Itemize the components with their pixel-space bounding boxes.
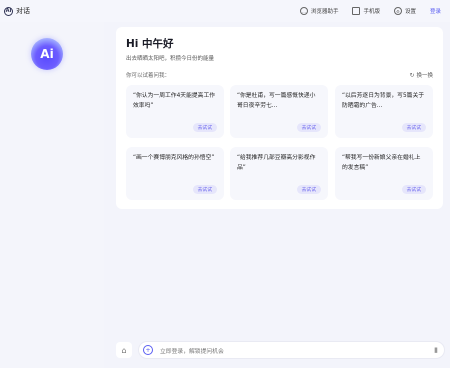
browser-assistant-label: 浏览器助手 — [310, 9, 339, 15]
sidebar: Ai — [0, 22, 104, 368]
greeting-title: Hi 中午好 — [126, 38, 174, 50]
prompt-card[interactable]: “你是杜甫，写一篇感慨快递小哥日夜辛劳七... 去试试 — [230, 85, 328, 138]
ai-avatar: Ai — [31, 38, 63, 70]
chat-bubble-icon: … — [299, 7, 308, 15]
welcome-panel: Hi 中午好 出去晒晒太阳吧，积攒今日份的能量 你可以试着问我： ↻ 换一换 “… — [116, 27, 443, 209]
prompt-card[interactable]: “画一个赛博朋克风格的孙悟空” 去试试 — [126, 147, 224, 200]
greeting-subtitle: 出去晒晒太阳吧，积攒今日份的能量 — [126, 56, 215, 62]
main-area: Hi 中午好 出去晒晒太阳吧，积攒今日份的能量 你可以试着问我： ↻ 换一换 “… — [104, 22, 450, 368]
phone-icon — [352, 7, 361, 15]
chat-input[interactable]: + 立即登录，解锁提问机会 ▮ — [138, 341, 445, 359]
suggestions-label: 你可以试着问我： — [126, 73, 171, 79]
prompt-card[interactable]: “给我推荐几部豆瓣高分影视作品” 去试试 — [230, 147, 328, 200]
prompt-text: “给我推荐几部豆瓣高分影视作品” — [237, 155, 316, 171]
prompt-card[interactable]: “以后芳逐日为背景，写5篇关于防晒霜的广告... 去试试 — [335, 85, 433, 138]
try-button[interactable]: 去试试 — [192, 123, 217, 132]
store-icon: ⌂ — [121, 345, 127, 355]
login-link[interactable]: 登录 — [430, 7, 441, 15]
top-actions: … 浏览器助手 手机版 ⚙ 设置 登录 — [286, 0, 441, 22]
settings-label: 设置 — [404, 9, 416, 15]
try-button[interactable]: 去试试 — [401, 123, 426, 132]
try-button[interactable]: 去试试 — [192, 185, 217, 194]
mobile-label: 手机版 — [363, 9, 380, 15]
settings-button[interactable]: ⚙ 设置 — [393, 7, 416, 15]
ai-logo-icon: AI — [4, 6, 13, 16]
gear-icon: ⚙ — [393, 7, 402, 15]
try-button[interactable]: 去试试 — [296, 123, 321, 132]
prompt-text: “画一个赛博朋克风格的孙悟空” — [133, 155, 215, 161]
prompt-text: “你认为一周工作4天能提高工作效率吗” — [133, 93, 216, 109]
app-name: 对话 — [16, 7, 30, 15]
prompt-card[interactable]: “帮我写一份新娘父亲在婚礼上的发言稿” 去试试 — [335, 147, 433, 200]
microphone-icon[interactable]: ▮ — [434, 346, 438, 354]
top-bar: AI 对话 … 浏览器助手 手机版 ⚙ 设置 登录 — [0, 0, 450, 22]
prompt-text: “你是杜甫，写一篇感慨快递小哥日夜辛劳七... — [237, 93, 316, 109]
prompt-text: “帮我写一份新娘父亲在婚礼上的发言稿” — [342, 155, 421, 171]
store-button[interactable]: ⌂ — [116, 342, 132, 358]
refresh-button[interactable]: ↻ 换一换 — [409, 71, 433, 80]
refresh-label: 换一换 — [416, 73, 433, 79]
input-placeholder: 立即登录，解锁提问机会 — [160, 348, 224, 355]
prompt-card[interactable]: “你认为一周工作4天能提高工作效率吗” 去试试 — [126, 85, 224, 138]
refresh-icon: ↻ — [409, 71, 415, 79]
input-bar: ⌂ + 立即登录，解锁提问机会 ▮ — [116, 338, 445, 362]
try-button[interactable]: 去试试 — [401, 185, 426, 194]
brand[interactable]: AI 对话 — [4, 6, 30, 16]
plus-icon[interactable]: + — [143, 345, 153, 355]
mobile-button[interactable]: 手机版 — [352, 7, 380, 15]
browser-assistant-button[interactable]: … 浏览器助手 — [299, 7, 339, 15]
try-button[interactable]: 去试试 — [296, 185, 321, 194]
avatar-text: Ai — [40, 47, 54, 61]
prompt-text: “以后芳逐日为背景，写5篇关于防晒霜的广告... — [342, 93, 425, 109]
